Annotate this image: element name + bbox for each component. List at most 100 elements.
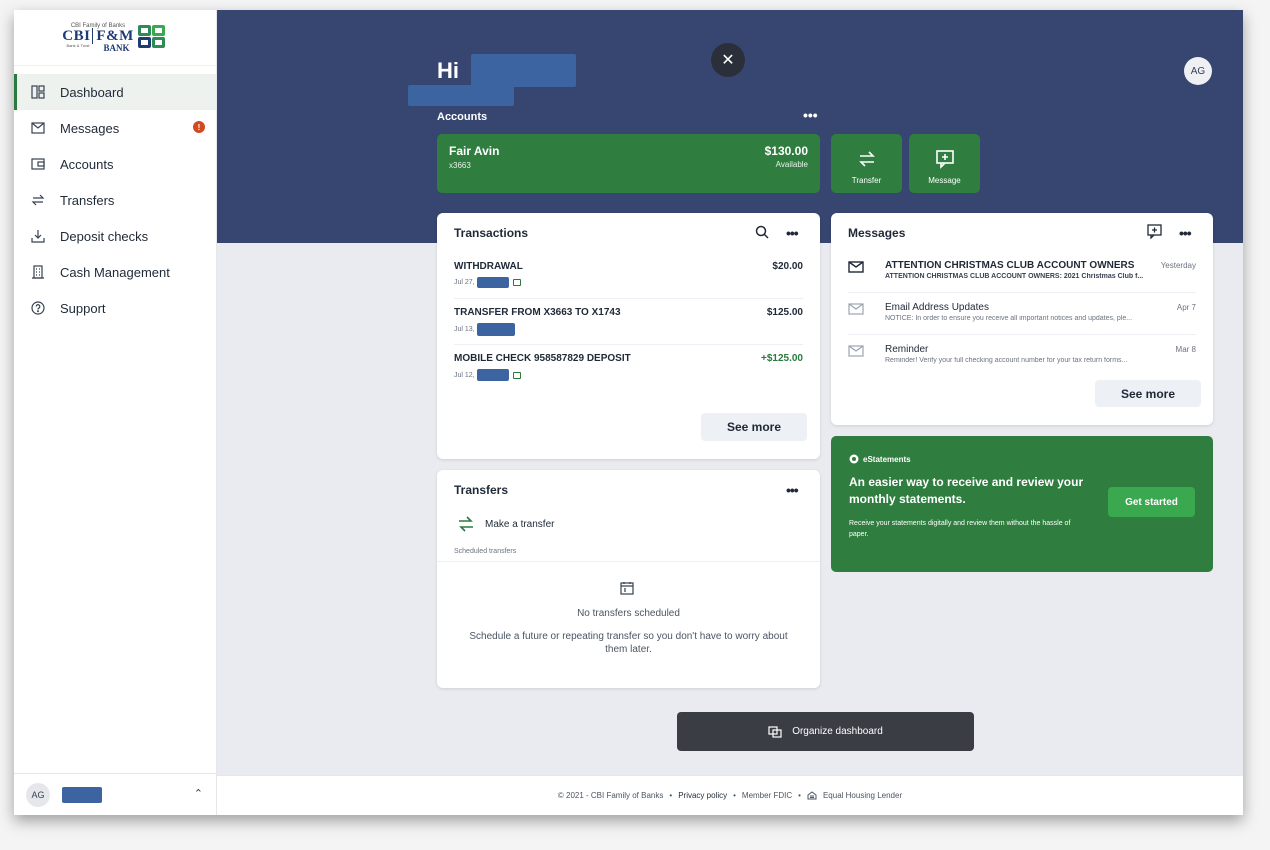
promo-tag: eStatements [863,454,911,464]
equal-housing-icon [807,791,817,800]
avatar: AG [26,782,50,807]
transfers-more-icon[interactable]: ••• [786,482,799,498]
deposit-icon [30,228,46,244]
transaction-amount: +$125.00 [761,353,803,364]
redacted-name [471,54,576,87]
transaction-date: Jul 12, [454,371,475,379]
message-subject: Reminder [885,344,929,355]
copyright: © 2021 - CBI Family of Banks [557,791,664,800]
unread-badge: ! [193,121,205,133]
message-add-icon [935,150,954,169]
messages-title: Messages [848,226,906,240]
organize-dashboard-button[interactable]: Organize dashboard [677,712,974,751]
profile-avatar[interactable]: AG [1184,57,1212,85]
transfers-title: Transfers [454,483,509,497]
account-number: x3663 [449,161,471,170]
redacted-username [62,786,102,803]
empty-state-title: No transfers scheduled [577,608,680,619]
estatements-icon [849,454,859,464]
transfers-card: Transfers ••• Make a transfer Scheduled … [437,470,820,688]
layers-icon [768,725,782,738]
table-row[interactable]: WITHDRAWAL Jul 27, $20.00 [454,253,803,299]
empty-state-description: Schedule a future or repeating transfer … [469,631,788,655]
image-icon [512,279,521,286]
accounts-more-icon[interactable]: ••• [803,107,818,123]
chevron-up-icon[interactable]: ⌃ [194,787,203,800]
transactions-see-more-button[interactable]: See more [701,413,807,441]
logo-name-left: CBI [62,27,91,44]
messages-see-more-button[interactable]: See more [1095,380,1201,407]
message-subject: Email Address Updates [885,302,989,313]
sidebar-item-accounts[interactable]: Accounts [14,146,216,182]
sidebar-item-label: Dashboard [60,84,124,100]
quick-action-label: Message [928,176,961,185]
estatements-promo: eStatements An easier way to receive and… [831,436,1213,572]
transfer-icon [858,151,875,167]
search-icon[interactable] [755,225,769,239]
redacted-name-extra [408,85,514,106]
quick-action-label: Transfer [851,176,882,185]
help-icon [30,300,46,316]
bank-logo[interactable]: CBI Family of Banks CBI F&M Bank & Trust … [14,10,216,66]
transfer-icon [459,516,473,532]
messages-more-icon[interactable]: ••• [1179,225,1192,241]
list-item[interactable]: Reminder Reminder! Verify your full chec… [848,337,1196,377]
mail-icon [848,261,864,273]
equal-housing-lender: Equal Housing Lender [822,791,903,800]
sidebar-item-label: Cash Management [60,264,170,280]
message-subject: ATTENTION CHRISTMAS CLUB ACCOUNT OWNERS [885,260,1135,271]
transaction-amount: $20.00 [772,261,803,272]
transaction-description: WITHDRAWAL [454,261,523,272]
image-icon [512,371,521,379]
message-add-icon[interactable] [1147,224,1162,239]
transfer-icon [30,192,46,208]
sidebar-item-messages[interactable]: Messages ! [14,110,216,146]
sidebar-item-support[interactable]: Support [14,290,216,326]
account-card[interactable]: Fair Avin x3663 $130.00 Available [437,134,820,193]
transaction-date: Jul 13, [454,326,475,333]
list-item[interactable]: Email Address Updates NOTICE: In order t… [848,295,1196,335]
account-balance: $130.00 [764,144,808,158]
make-transfer-link[interactable]: Make a transfer [457,515,554,533]
logo-clover-icon [137,24,168,51]
sidebar-item-transfers[interactable]: Transfers [14,182,216,218]
sidebar-item-label: Accounts [60,156,114,172]
list-item[interactable]: ATTENTION CHRISTMAS CLUB ACCOUNT OWNERS … [848,253,1196,293]
table-row[interactable]: TRANSFER FROM X3663 TO X1743 Jul 13, $12… [454,299,803,345]
organize-label: Organize dashboard [792,726,883,737]
message-preview: Reminder! Verify your full checking acco… [885,357,1128,364]
close-icon: ✕ [721,52,735,69]
close-button[interactable]: ✕ [711,43,745,77]
sidebar: CBI Family of Banks CBI F&M Bank & Trust … [14,10,217,815]
greeting: Hi [437,58,459,83]
account-name: Fair Avin [449,144,500,158]
balance-label: Available [775,160,808,169]
message-preview: ATTENTION CHRISTMAS CLUB ACCOUNT OWNERS:… [885,273,1144,280]
get-started-button[interactable]: Get started [1108,487,1195,517]
promo-body: Receive your statements digitally and re… [849,520,1071,538]
logo-name-right: F&M [92,27,134,44]
user-menu[interactable]: AG ⌃ [14,773,217,815]
sidebar-item-cash-management[interactable]: Cash Management [14,254,216,290]
message-date: Mar 8 [1175,345,1196,354]
mail-open-icon [848,303,864,315]
privacy-policy-link[interactable]: Privacy policy [678,791,727,800]
redacted-date [476,323,515,336]
transaction-amount: $125.00 [766,307,803,318]
message-date: Yesterday [1160,261,1196,270]
message-date: Apr 7 [1176,303,1196,312]
sidebar-item-deposit-checks[interactable]: Deposit checks [14,218,216,254]
table-row[interactable]: MOBILE CHECK 958587829 DEPOSIT Jul 12, +… [454,345,803,391]
sidebar-item-label: Transfers [60,192,115,208]
mail-icon [30,120,46,136]
transaction-description: TRANSFER FROM X3663 TO X1743 [454,307,621,318]
building-icon [30,264,46,280]
transactions-card: Transactions ••• WITHDRAWAL Jul 27, $20.… [437,213,820,459]
sidebar-item-dashboard[interactable]: Dashboard [14,74,216,110]
transactions-more-icon[interactable]: ••• [786,225,799,241]
member-fdic: Member FDIC [741,791,793,800]
quick-action-transfer[interactable]: Transfer [831,134,902,193]
logo-bank-word: BANK [103,42,130,53]
transaction-description: MOBILE CHECK 958587829 DEPOSIT [454,353,631,364]
quick-action-message[interactable]: Message [909,134,980,193]
